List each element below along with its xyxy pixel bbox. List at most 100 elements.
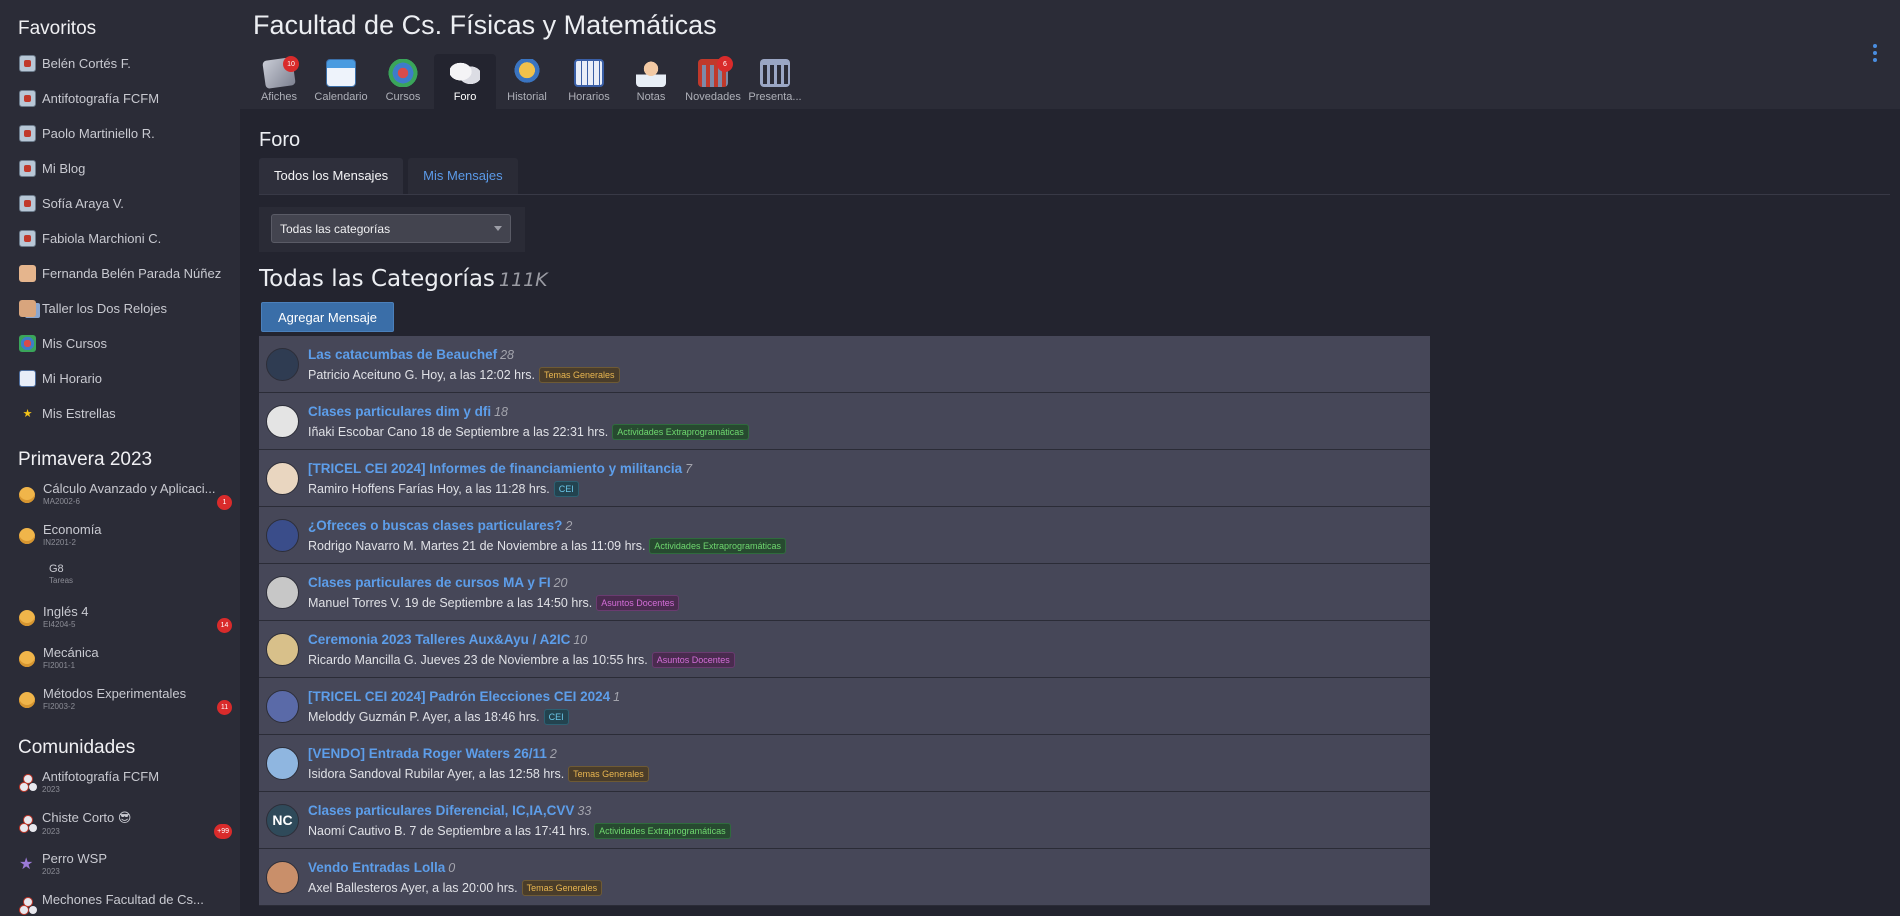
course-item[interactable]: Cálculo Avanzado y Aplicaci... MA2002-6 1 [0,477,240,518]
category-tag[interactable]: Temas Generales [538,366,620,383]
community-item[interactable]: Antifotografía FCFM 2023 [0,765,240,806]
post-title[interactable]: Clases particulares dim y dfi [308,404,491,419]
post-title[interactable]: Las catacumbas de Beauchef [308,347,497,362]
post-title-line: Clases particulares de cursos MA y FI 20 [308,574,679,592]
reply-count: 28 [500,347,514,362]
notification-badge: 14 [217,618,232,633]
favorite-item[interactable]: ★ Mis Estrellas [0,396,240,431]
post-title[interactable]: Ceremonia 2023 Talleres Aux&Ayu / A2IC [308,632,570,647]
category-select[interactable]: Todas las categorías [271,214,511,243]
course-text: Métodos Experimentales FI2003-2 [43,686,186,711]
notification-badge: 11 [217,700,232,715]
course-code: FI2003-2 [43,702,76,711]
post-body: Clases particulares dim y dfi 18 Iñaki Esc… [308,403,749,440]
course-item[interactable]: Mecánica FI2001-1 [0,641,240,682]
favorite-page-icon [19,90,36,107]
post-title[interactable]: [VENDO] Entrada Roger Waters 26/11 [308,746,547,761]
post-row[interactable]: Las catacumbas de Beauchef 28 Patricio Ace… [259,336,1430,393]
tool-label: Historial [507,91,547,103]
post-author: Ramiro Hoffens Farías Hoy, a las 11:28 h… [308,481,550,496]
community-item[interactable]: ★ Perro WSP 2023 [0,847,240,888]
post-row[interactable]: ¿Ofreces o buscas clases particulares? 2 R… [259,507,1430,564]
post-row[interactable]: Ceremonia 2023 Talleres Aux&Ayu / A2IC 10… [259,621,1430,678]
avatar [266,632,299,666]
add-message-button[interactable]: Agregar Mensaje [261,302,394,332]
forum-tab[interactable]: Todos los Mensajes [259,158,404,194]
post-title[interactable]: Vendo Entradas Lolla [308,860,445,875]
post-row[interactable]: Clases particulares de cursos MA y FI 20 M… [259,564,1430,621]
post-row[interactable]: [TRICEL CEI 2024] Informes de financiami… [259,450,1430,507]
category-tag[interactable]: Temas Generales [521,879,603,896]
post-row[interactable]: Clases particulares dim y dfi 18 Iñaki Esc… [259,393,1430,450]
community-text: Mechones Facultad de Cs... [42,892,204,907]
post-row[interactable]: [VENDO] Entrada Roger Waters 26/11 2 Isido… [259,735,1430,792]
favorite-item[interactable]: Mi Horario [0,361,240,396]
forum-tabs: Todos los Mensajes Mis Mensajes [259,158,1890,195]
category-tag[interactable]: Actividades Extraprogramáticas [612,423,749,440]
favorite-item[interactable]: Mis Cursos [0,326,240,361]
tab-cursos[interactable]: Cursos [372,54,434,109]
favorite-item[interactable]: Taller los Dos Relojes [0,291,240,326]
category-tag[interactable]: CEI [553,480,579,497]
semester-title: Primavera 2023 [18,449,153,470]
avatar [266,404,299,438]
category-heading: Todas las Categorías 111K [259,266,1890,292]
category-tag[interactable]: Actividades Extraprogramáticas [649,537,786,554]
tab-novedades[interactable]: Novedades 6 [682,54,744,109]
favorite-item[interactable]: Paolo Martiniello R. [0,116,240,151]
favorite-item[interactable]: Antifotografía FCFM [0,81,240,116]
post-title-line: ¿Ofreces o buscas clases particulares? 2 [308,517,786,535]
course-code: Tareas [49,576,74,585]
favorite-label: Antifotografía FCFM [42,91,160,106]
community-icon [19,815,36,833]
course-item[interactable]: Economía IN2201-2 [0,518,240,559]
course-text: Mecánica FI2001-1 [43,645,99,670]
post-title[interactable]: ¿Ofreces o buscas clases particulares? [308,518,562,533]
favorite-item[interactable]: Mi Blog [0,151,240,186]
community-item[interactable]: Mechones Facultad de Cs... [0,888,240,916]
category-tag[interactable]: CEI [543,708,569,725]
course-name: Mecánica [43,645,99,660]
post-meta: Meloddy Guzmán P. Ayer, a las 18:46 hrs.… [308,708,620,725]
post-author: Ricardo Mancilla G. Jueves 23 de Noviemb… [308,652,648,667]
favorite-label: Belén Cortés F. [42,56,131,71]
foro-icon [450,59,480,87]
category-tag[interactable]: Asuntos Docentes [596,594,680,611]
post-title[interactable]: [TRICEL CEI 2024] Padrón Elecciones CEI … [308,689,610,704]
post-row[interactable]: Vendo Entradas Lolla 0 Axel Ballesteros Ay… [259,849,1430,906]
course-item[interactable]: G8 Tareas [0,559,240,600]
community-year: 2023 [42,827,60,836]
tab-calendario[interactable]: Calendario [310,54,372,109]
course-name: Cálculo Avanzado y Aplicaci... [43,481,216,496]
favorite-item[interactable]: Belén Cortés F. [0,46,240,81]
favorite-item[interactable]: Sofía Araya V. [0,186,240,221]
community-item[interactable]: Chiste Corto 😎 2023 +99 [0,806,240,847]
post-author: Isidora Sandoval Rubilar Ayer, a las 12:… [308,766,565,781]
post-row[interactable]: [TRICEL CEI 2024] Padrón Elecciones CEI … [259,678,1430,735]
community-icon [19,897,36,915]
tab-foro[interactable]: Foro [434,54,496,109]
post-title[interactable]: Clases particulares Diferencial, IC,IA,C… [308,803,574,818]
favorite-item[interactable]: Fabiola Marchioni C. [0,221,240,256]
tab-historial[interactable]: Historial [496,54,558,109]
tab-presenta[interactable]: Presenta... [744,54,806,109]
more-options-icon[interactable] [1872,44,1878,66]
category-tag[interactable]: Actividades Extraprogramáticas [594,822,731,839]
post-title[interactable]: [TRICEL CEI 2024] Informes de financiami… [308,461,682,476]
forum-tab[interactable]: Mis Mensajes [408,158,518,194]
presenta-icon [760,59,790,87]
tab-afiches[interactable]: Afiches 10 [248,54,310,109]
course-item[interactable]: Métodos Experimentales FI2003-2 11 [0,682,240,723]
favorite-item[interactable]: Fernanda Belén Parada Núñez [0,256,240,291]
star-icon: ★ [22,408,33,420]
post-title[interactable]: Clases particulares de cursos MA y FI [308,575,551,590]
category-tag[interactable]: Asuntos Docentes [651,651,735,668]
post-row[interactable]: NC Clases particulares Diferencial, IC,IA… [259,792,1430,849]
post-author: Axel Ballesteros Ayer, a las 20:00 hrs. [308,880,518,895]
avatar [266,860,299,894]
tab-horarios[interactable]: Horarios [558,54,620,109]
tab-notas[interactable]: Notas [620,54,682,109]
category-tag[interactable]: Temas Generales [568,765,649,782]
post-body: Las catacumbas de Beauchef 28 Patricio Ace… [308,346,620,383]
course-item[interactable]: Inglés 4 EI4204-5 14 [0,600,240,641]
